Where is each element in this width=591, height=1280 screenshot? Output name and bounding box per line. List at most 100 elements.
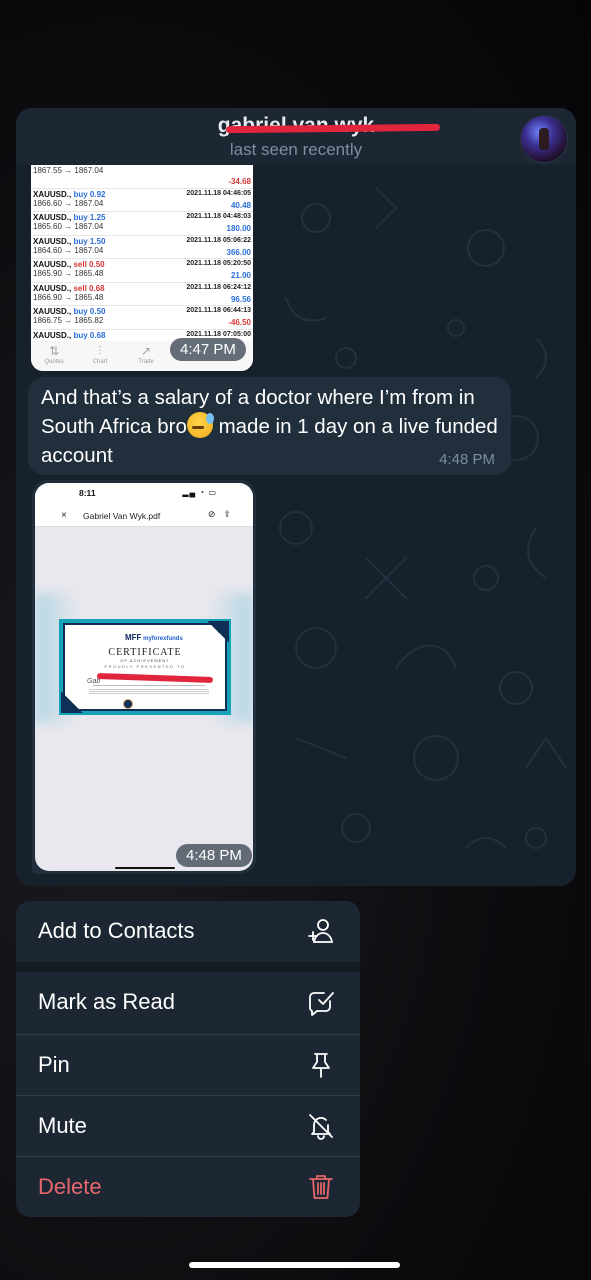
- trade-prices: 1867.55 → 1867.04: [33, 166, 104, 175]
- trade-prices: 1865.60 → 1867.04: [33, 222, 104, 231]
- trade-pnl: 21.00: [230, 271, 251, 280]
- certificate-corner: [207, 621, 229, 643]
- menu-mark-as-read[interactable]: Mark as Read: [16, 972, 360, 1033]
- tab-label: Chart: [92, 359, 108, 365]
- trade-symbol: XAUUSD.,: [33, 283, 72, 293]
- trade-action: sell 0.50: [73, 260, 105, 269]
- message-text: And that’s a salary of a doctor where I’…: [41, 383, 503, 470]
- close-icon: ×: [61, 510, 67, 521]
- signal-wifi-battery-icon: ▂▄ ◔ ▭: [182, 488, 217, 497]
- trade-symbol: XAUUSD.,: [33, 307, 72, 316]
- trade-action: buy 0.92: [73, 189, 106, 199]
- menu-add-to-contacts[interactable]: Add to Contacts: [16, 901, 360, 962]
- trade-symbol: XAUUSD.,: [33, 236, 72, 246]
- status-time: 8:11: [79, 488, 96, 498]
- trade-pnl: -34.68: [228, 177, 251, 186]
- menu-item-label: Pin: [38, 1052, 70, 1077]
- trade-date: 2021.11.18 06:24:12: [186, 283, 251, 291]
- trade-row: XAUUSD., buy 1.25 1865.60 → 1867.04 2021…: [31, 212, 253, 236]
- trade-prices: 1865.90 → 1865.48: [33, 269, 104, 278]
- chat-header[interactable]: gabriel van wyk last seen recently: [16, 108, 576, 165]
- phone-screenshot: 8:11 ▂▄ ◔ ▭ × Gabriel Van Wyk.pdf ⊘⇪ MFF…: [35, 483, 253, 871]
- menu-item-label: Add to Contacts: [38, 918, 195, 943]
- certificate-corner: [61, 691, 83, 713]
- certificate-brand: MFF myforexfunds: [125, 633, 183, 642]
- menu-pin[interactable]: Pin: [16, 1034, 360, 1095]
- certificate: MFF myforexfunds CERTIFICATE OF ACHIEVEM…: [59, 619, 231, 715]
- share-icon: ⊘⇪: [207, 509, 239, 519]
- home-indicator[interactable]: [189, 1262, 400, 1268]
- trade-prices: 1866.75 → 1865.82: [33, 316, 104, 325]
- trade-action: sell 0.68: [73, 283, 105, 293]
- tab-label: Trade: [138, 359, 154, 365]
- trade-action: buy 0.50: [73, 307, 106, 316]
- chart-tab: ⫶ Chart: [77, 341, 123, 371]
- tab-label: Quotes: [44, 359, 64, 365]
- trade-pnl: 366.00: [226, 247, 251, 257]
- trade-action: buy 0.68: [73, 330, 106, 340]
- mark-read-icon: [309, 992, 334, 1016]
- document-screenshot[interactable]: 8:11 ▂▄ ◔ ▭ × Gabriel Van Wyk.pdf ⊘⇪ MFF…: [32, 480, 256, 874]
- trade-symbol: XAUUSD.,: [33, 213, 72, 222]
- downcast-sweat-emoji: [186, 412, 214, 438]
- trade-date: 2021.11.18 04:46:05: [186, 189, 251, 197]
- trade-date: 2021.11.18 05:06:22: [186, 236, 251, 244]
- certificate-subtitle: OF ACHIEVEMENT: [120, 658, 170, 663]
- trash-icon: [309, 1175, 333, 1199]
- menu-item-label: Mute: [38, 1113, 87, 1138]
- chat-preview[interactable]: gabriel van wyk last seen recently 1867.…: [16, 108, 576, 886]
- recipient-name: Gab: [87, 678, 101, 685]
- trade-prices: 1864.60 → 1867.04: [33, 245, 104, 255]
- trade-pnl: -46.50: [228, 318, 251, 327]
- trade-pnl: 40.48: [230, 200, 251, 210]
- trade-action: buy 1.50: [73, 236, 106, 246]
- avatar[interactable]: [520, 115, 568, 163]
- brand-name: myforexfunds: [143, 636, 183, 642]
- trade-symbol: XAUUSD.,: [33, 330, 72, 340]
- document-timestamp: 4:48 PM: [176, 844, 252, 867]
- certificate-body-text: [89, 689, 209, 695]
- pdf-toolbar: × Gabriel Van Wyk.pdf ⊘⇪: [35, 505, 253, 527]
- redaction-mark: [96, 672, 214, 684]
- menu-item-label: Mark as Read: [38, 989, 175, 1014]
- menu-separator: [16, 962, 360, 972]
- candles-icon: ⫶: [98, 344, 102, 358]
- quotes-tab: ⇅ Quotes: [31, 341, 77, 371]
- trade-symbol: XAUUSD.,: [33, 189, 72, 199]
- trade-row: XAUUSD., buy 0.92 1866.60 → 1867.04 2021…: [31, 189, 253, 212]
- menu-item-label: Delete: [38, 1174, 102, 1199]
- status-bar: 8:11 ▂▄ ◔ ▭: [35, 483, 253, 505]
- pdf-file-name: Gabriel Van Wyk.pdf: [83, 511, 161, 521]
- quotes-icon: ⇅: [48, 344, 60, 358]
- trade-date: 2021.11.18 04:48:03: [186, 213, 251, 220]
- trade-row: XAUUSD., buy 1.50 1864.60 → 1867.04 2021…: [31, 236, 253, 259]
- trade-row: XAUUSD., sell 0.68 1866.90 → 1865.48 202…: [31, 283, 253, 306]
- message-bubble[interactable]: And that’s a salary of a doctor where I’…: [28, 377, 511, 475]
- trade-tab: ↗ Trade: [123, 341, 169, 371]
- trade-date: 2021.11.18 06:44:13: [186, 307, 251, 314]
- message-timestamp: 4:48 PM: [439, 451, 495, 468]
- trade-prices: 1866.90 → 1865.48: [33, 292, 104, 302]
- home-indicator: [115, 867, 175, 869]
- contact-status: last seen recently: [229, 140, 363, 159]
- trade-row: XAUUSD., sell 0.50 1865.90 → 1865.48 202…: [31, 259, 253, 283]
- pin-icon: [312, 1053, 330, 1078]
- trade-symbol: XAUUSD.,: [33, 260, 72, 269]
- trade-pnl: 180.00: [226, 224, 251, 233]
- menu-mute[interactable]: Mute: [16, 1095, 360, 1156]
- trade-date: 2021.11.18 05:20:50: [186, 260, 251, 267]
- divider: [93, 685, 205, 686]
- trade-action: buy 1.25: [73, 213, 106, 222]
- image-timestamp: 4:47 PM: [170, 338, 246, 361]
- context-menu: Add to Contacts Mark as Read Pin Mute De…: [16, 901, 360, 1217]
- trade-pnl: 96.56: [230, 294, 251, 304]
- trend-icon: ↗: [140, 344, 152, 358]
- trade-prices: 1866.60 → 1867.04: [33, 198, 104, 208]
- certificate-title: CERTIFICATE: [108, 647, 182, 658]
- menu-delete[interactable]: Delete: [16, 1156, 360, 1217]
- certificate-presented: PROUDLY PRESENTED TO: [104, 664, 186, 669]
- seal-icon: [123, 699, 133, 709]
- trade-row: 1867.55 → 1867.04 -34.68: [31, 165, 253, 189]
- mute-icon: [309, 1114, 333, 1140]
- trade-date: 2021.11.18 07:05:00: [186, 330, 251, 338]
